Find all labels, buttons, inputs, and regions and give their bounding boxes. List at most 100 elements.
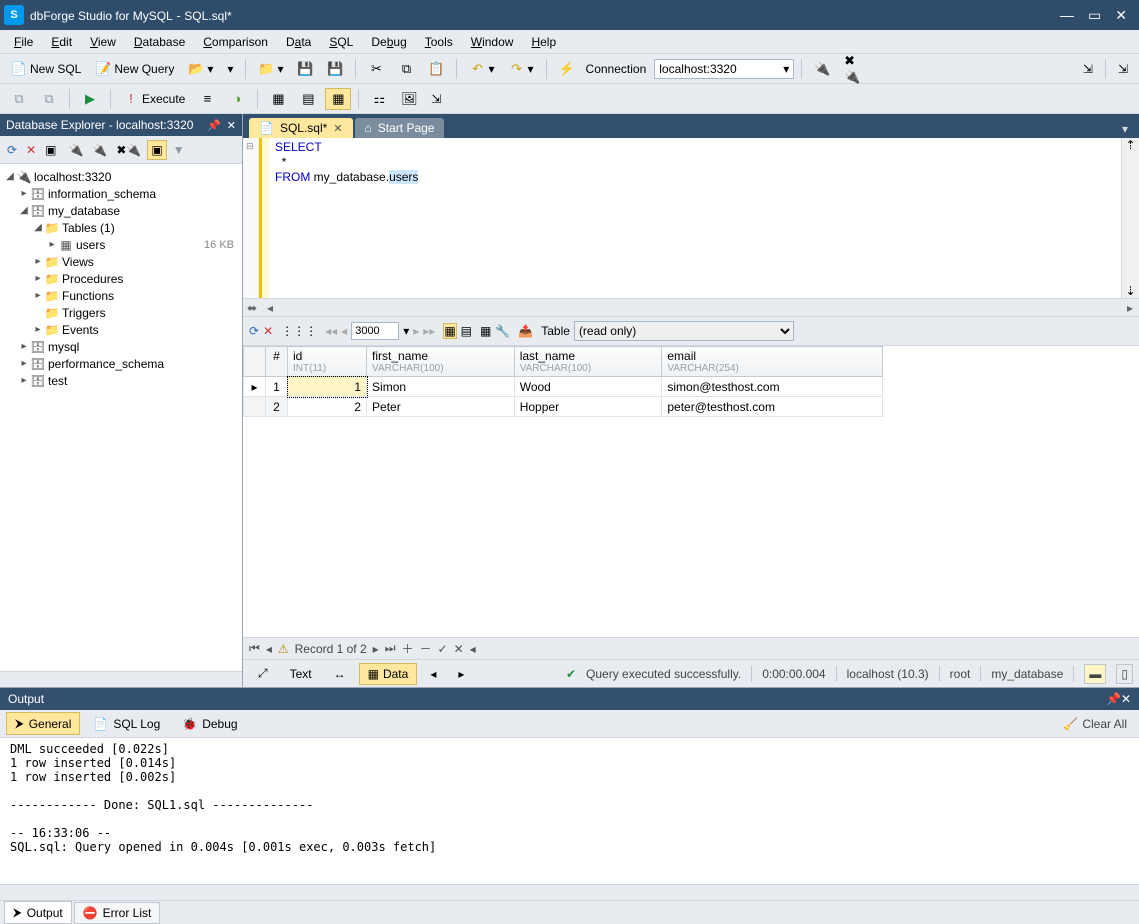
output-tab-debug[interactable]: 🐞Debug [173, 713, 246, 735]
output-close-button[interactable]: ✕ [1121, 692, 1131, 706]
execute-current-button[interactable]: ≡ [194, 88, 220, 110]
compile-button[interactable]: ⧉ [6, 88, 32, 110]
text-view-button[interactable]: Text [281, 663, 321, 685]
col-id[interactable]: idINT(11) [288, 347, 367, 377]
bottom-tab-output[interactable]: ⮞Output [4, 901, 72, 924]
open-button[interactable]: 📁▾ [253, 58, 288, 80]
swap-button[interactable]: ↔ [325, 663, 355, 685]
first-page-button[interactable]: ◂◂ [325, 324, 337, 338]
folder-tables[interactable]: Tables (1) [62, 221, 240, 235]
delete-button[interactable]: ✕ [23, 141, 39, 159]
new-query-button[interactable]: 📝New Query [90, 58, 179, 80]
sidebar-hscroll[interactable] [0, 671, 242, 687]
nav-delete-button[interactable]: － [420, 640, 432, 657]
nav-last-button[interactable]: ⏭ [385, 641, 396, 656]
overflow-toolbar2[interactable]: ⇲ [426, 89, 446, 109]
paste-button[interactable]: 📋 [423, 58, 449, 80]
query-text-button[interactable]: ▤ [295, 88, 321, 110]
tab-overflow-button[interactable]: ▾ [1117, 120, 1133, 138]
folder-procedures[interactable]: Procedures [62, 272, 240, 286]
column-chooser-button[interactable]: ⋮⋮⋮ [281, 324, 317, 338]
menu-debug[interactable]: Debug [363, 33, 414, 51]
close-tab-button[interactable]: ✕ [333, 122, 342, 135]
menu-tools[interactable]: Tools [417, 33, 461, 51]
menu-edit[interactable]: Edit [43, 33, 80, 51]
undo-button[interactable]: ↶▾ [464, 58, 499, 80]
nav-next-button[interactable]: ▸ [373, 642, 379, 656]
nav-cancel-button[interactable]: ✕ [454, 642, 464, 656]
minimize-button[interactable]: — [1060, 7, 1074, 24]
page-size-input[interactable] [351, 322, 399, 340]
folder-triggers[interactable]: Triggers [62, 306, 240, 320]
layout-button-a[interactable]: ▬ [1084, 664, 1106, 684]
overflow-right-1[interactable]: ⇲ [1078, 59, 1098, 79]
result-grid[interactable]: # idINT(11) first_nameVARCHAR(100) last_… [243, 346, 1139, 637]
other-view-1[interactable]: ⚏ [366, 88, 392, 110]
next-result-button[interactable]: ▸ [449, 663, 473, 685]
table-row[interactable]: ▸ 1 1 Simon Wood simon@testhost.com [244, 377, 883, 397]
show-all-button[interactable]: ▣ [147, 140, 166, 160]
cut-button[interactable]: ✂ [363, 58, 389, 80]
nav-prev-button[interactable]: ◂ [266, 642, 272, 656]
new-dropdown[interactable]: ▾ [222, 59, 238, 79]
grid-view-button[interactable]: ▦ [443, 323, 456, 339]
table-mode-select[interactable]: (read only) [574, 321, 794, 341]
compile-all-button[interactable]: ⧉ [36, 88, 62, 110]
output-tab-sqllog[interactable]: 📄SQL Log [84, 713, 169, 735]
nav-add-button[interactable]: ＋ [402, 640, 414, 657]
conn-props-button[interactable]: 🔌 [89, 141, 110, 159]
new-sql-button[interactable]: 📄New SQL [6, 58, 86, 80]
overflow-right-2[interactable]: ⇲ [1113, 59, 1133, 79]
connection-node[interactable]: localhost:3320 [34, 170, 240, 184]
layout-button-b[interactable]: ▯ [1116, 664, 1133, 684]
menu-help[interactable]: Help [523, 33, 564, 51]
menu-sql[interactable]: SQL [321, 33, 361, 51]
query-grid-button[interactable]: ▦ [325, 88, 351, 110]
db-test[interactable]: test [48, 374, 240, 388]
database-tree[interactable]: ◢🔌localhost:3320 ▸🗄information_schema ◢🗄… [0, 164, 242, 671]
refresh-grid-button[interactable]: ⟳ [249, 324, 259, 338]
cancel-grid-button[interactable]: ✕ [263, 324, 273, 338]
close-button[interactable]: ✕ [1115, 7, 1127, 24]
prev-page-button[interactable]: ◂ [341, 324, 347, 338]
menu-data[interactable]: Data [278, 33, 319, 51]
bottom-tab-error-list[interactable]: ⛔Error List [74, 902, 161, 924]
nav-first-button[interactable]: ⏮ [249, 641, 260, 656]
col-email[interactable]: emailVARCHAR(254) [662, 347, 883, 377]
maximize-button[interactable]: ▭ [1088, 7, 1101, 24]
copy-button[interactable]: ⧉ [393, 58, 419, 80]
db-information-schema[interactable]: information_schema [48, 187, 240, 201]
connection-combo[interactable]: localhost:3320▾ [654, 59, 794, 79]
menu-database[interactable]: Database [126, 33, 193, 51]
menu-view[interactable]: View [82, 33, 124, 51]
other-view-2[interactable]: 🖼 [396, 88, 422, 110]
folder-functions[interactable]: Functions [62, 289, 240, 303]
disconnect-button[interactable]: ✖🔌 [839, 58, 865, 80]
editor-hscroll[interactable]: ⬌◂▸ [243, 298, 1139, 316]
redo-button[interactable]: ↷▾ [504, 58, 539, 80]
menu-comparison[interactable]: Comparison [195, 33, 276, 51]
table-row[interactable]: 2 2 Peter Hopper peter@testhost.com [244, 397, 883, 417]
connection-icon[interactable]: ⚡ [554, 58, 580, 80]
db-mysql[interactable]: mysql [48, 340, 240, 354]
db-my-database[interactable]: my_database [48, 204, 240, 218]
folder-views[interactable]: Views [62, 255, 240, 269]
save-all-button[interactable]: 💾 [322, 58, 348, 80]
sql-code[interactable]: SELECT * FROM my_database.users [269, 138, 1121, 298]
tab-start-page[interactable]: ⌂Start Page [355, 118, 445, 138]
editor-button-a[interactable]: ▦ [480, 324, 491, 338]
collapse-button[interactable]: ▣ [42, 141, 59, 159]
output-tab-general[interactable]: ⮞General [6, 712, 80, 735]
disconnect-tree-button[interactable]: ✖🔌 [113, 141, 144, 159]
save-button[interactable]: 💾 [292, 58, 318, 80]
open-dropdown[interactable]: 📂▾ [183, 58, 218, 80]
stop-button[interactable]: ◑ [224, 88, 250, 110]
editor-vscroll[interactable]: ⇡⇣ [1121, 138, 1139, 298]
clear-all-button[interactable]: 🧹Clear All [1057, 715, 1133, 733]
execute-button[interactable]: !Execute [118, 88, 190, 110]
connect-button[interactable]: 🔌 [809, 58, 835, 80]
data-view-button[interactable]: ▦Data [359, 663, 418, 685]
nav-commit-button[interactable]: ✓ [438, 642, 448, 656]
output-text[interactable]: DML succeeded [0.022s] 1 row inserted [0… [0, 738, 1139, 884]
editor-button-b[interactable]: 🔧 [495, 324, 510, 338]
